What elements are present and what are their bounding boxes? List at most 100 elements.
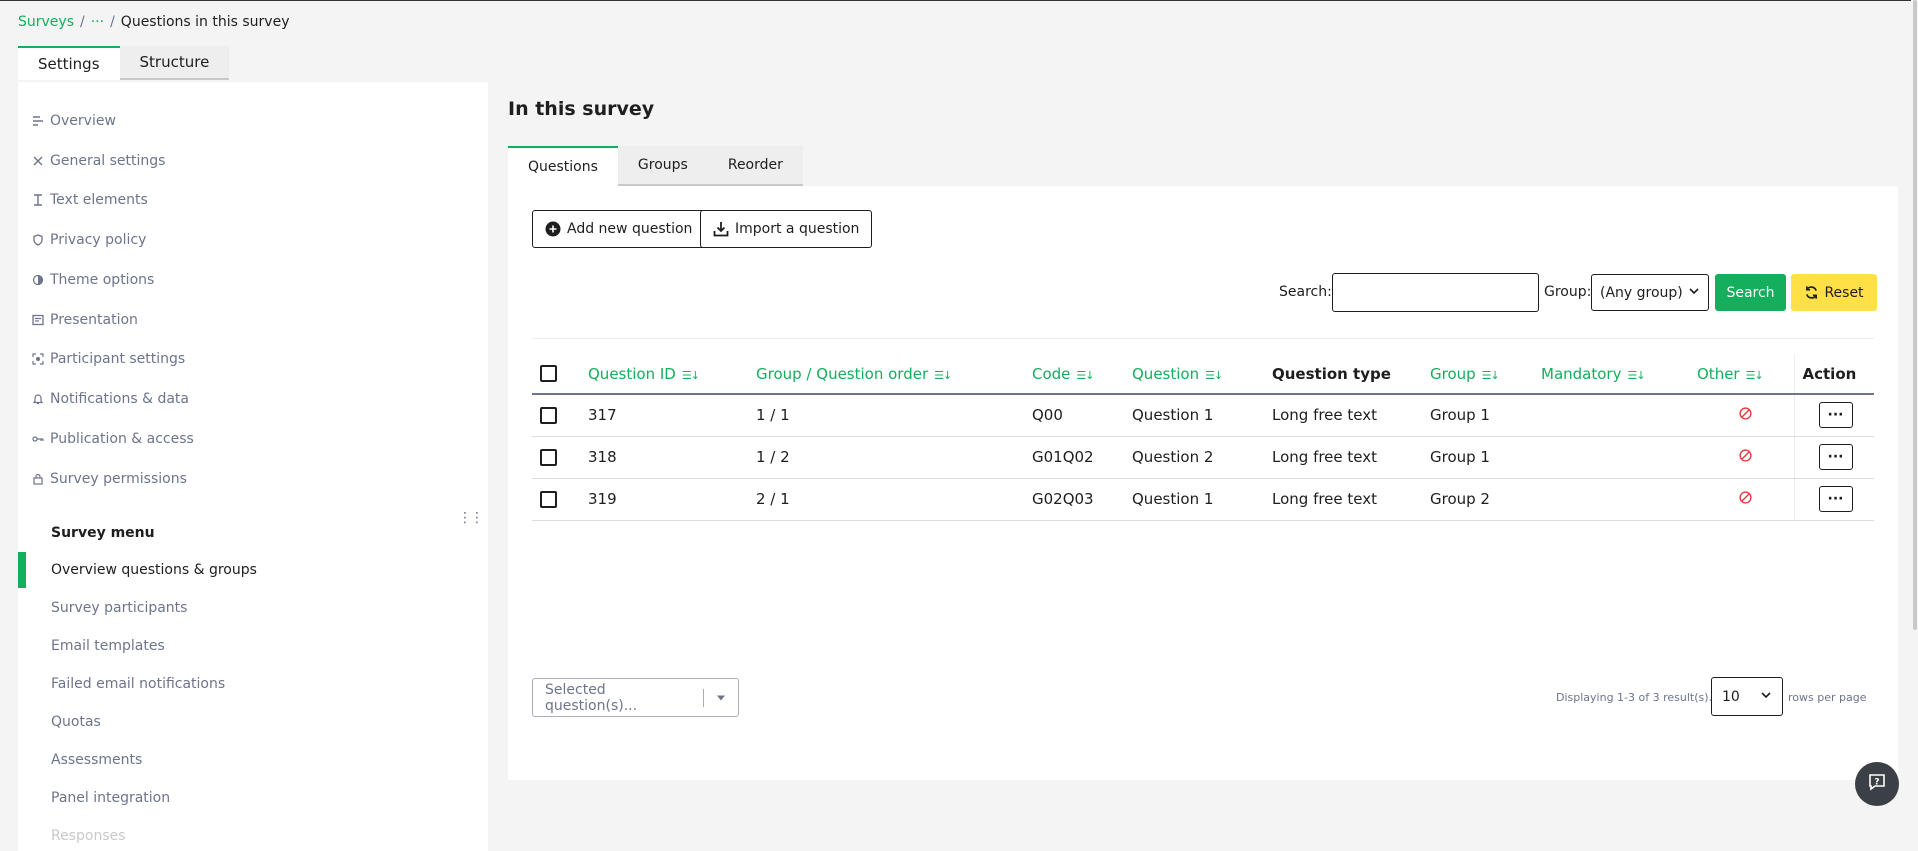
- breadcrumb-ellipsis-link[interactable]: ···: [91, 14, 104, 30]
- help-chat-button[interactable]: ?: [1855, 762, 1899, 806]
- column-header-other[interactable]: Other ☰↓: [1697, 354, 1794, 395]
- tab-settings[interactable]: Settings: [18, 46, 120, 80]
- add-new-question-button[interactable]: Add new question: [532, 210, 706, 248]
- select-all-cell: [532, 354, 588, 395]
- sidebar-item-label: Survey permissions: [50, 471, 187, 487]
- rows-per-page-label: rows per page: [1788, 691, 1867, 704]
- menu-item-overview-questions-groups[interactable]: Overview questions & groups: [51, 562, 257, 578]
- refresh-icon: [1804, 285, 1819, 300]
- tab-structure[interactable]: Structure: [119, 46, 230, 80]
- sidebar-item-participant-settings[interactable]: Participant settings: [32, 351, 185, 367]
- drag-handle-icon[interactable]: ⋮⋮: [458, 510, 484, 526]
- search-button[interactable]: Search: [1715, 274, 1786, 311]
- group-label: Group:: [1544, 284, 1592, 300]
- column-header-question-id[interactable]: Question ID ☰↓: [588, 354, 756, 395]
- column-header-group[interactable]: Group ☰↓: [1430, 354, 1541, 395]
- sidebar-item-privacy-policy[interactable]: Privacy policy: [32, 232, 146, 248]
- search-label: Search:: [1279, 284, 1332, 300]
- sidebar-item-overview[interactable]: Overview: [32, 113, 116, 129]
- menu-item-responses[interactable]: Responses: [51, 828, 126, 844]
- sidebar-item-presentation[interactable]: Presentation: [32, 312, 138, 328]
- select-separator: [703, 688, 704, 707]
- sidebar-item-label: Presentation: [50, 312, 138, 328]
- reset-button[interactable]: Reset: [1791, 274, 1877, 311]
- breadcrumb-separator: /: [80, 14, 85, 30]
- column-header-group-question-order[interactable]: Group / Question order ☰↓: [756, 354, 1032, 395]
- rows-per-page-select[interactable]: 10: [1711, 677, 1783, 716]
- search-input[interactable]: [1332, 273, 1539, 312]
- sidebar-item-label: Theme options: [50, 272, 155, 288]
- sidebar-item-label: Overview: [50, 113, 116, 129]
- row-checkbox[interactable]: [540, 490, 557, 508]
- sidebar-item-theme-options[interactable]: Theme options: [32, 272, 154, 288]
- row-select-cell: [532, 394, 588, 437]
- sidebar-item-publication-access[interactable]: Publication & access: [32, 431, 194, 447]
- survey-menu-title: Survey menu: [51, 525, 155, 541]
- not-allowed-icon: [1697, 407, 1794, 420]
- menu-item-email-templates[interactable]: Email templates: [51, 638, 165, 654]
- row-actions-button[interactable]: ···: [1818, 402, 1853, 429]
- sort-icon[interactable]: ☰↓: [934, 369, 952, 382]
- sidebar-item-label: Privacy policy: [50, 232, 147, 248]
- plus-circle-icon: [545, 221, 561, 237]
- group-select[interactable]: (Any group): [1591, 274, 1709, 311]
- sidebar-item-notifications-data[interactable]: Notifications & data: [32, 391, 189, 407]
- row-actions-button[interactable]: ···: [1818, 486, 1853, 512]
- tab-reorder[interactable]: Reorder: [707, 146, 803, 186]
- scrollbar-thumb[interactable]: [1913, 0, 1917, 630]
- sidebar-item-label: General settings: [50, 153, 166, 169]
- select-all-checkbox[interactable]: [540, 365, 557, 382]
- menu-item-panel-integration[interactable]: Panel integration: [51, 790, 170, 806]
- cell-question: Question 2: [1132, 436, 1272, 479]
- bulk-action-select[interactable]: Selected question(s)...: [532, 678, 739, 717]
- breadcrumb: Surveys / ··· / Questions in this survey: [18, 14, 289, 30]
- sort-icon[interactable]: ☰↓: [1627, 369, 1645, 382]
- row-checkbox[interactable]: [540, 406, 557, 424]
- column-header-action: Action: [1793, 354, 1874, 395]
- bell-icon: [32, 393, 44, 405]
- column-header-question[interactable]: Question ☰↓: [1132, 354, 1272, 395]
- not-allowed-icon: [1697, 449, 1794, 462]
- tab-groups[interactable]: Groups: [617, 146, 708, 186]
- cell-question-id: 319: [588, 478, 756, 521]
- sidebar-item-general-settings[interactable]: General settings: [32, 153, 165, 169]
- cell-group: Group 2: [1430, 478, 1541, 521]
- cell-question-type: Long free text: [1272, 436, 1430, 479]
- cell-question-id: 318: [588, 436, 756, 479]
- active-indicator: [18, 552, 26, 588]
- divider: [532, 338, 1874, 339]
- column-header-mandatory[interactable]: Mandatory ☰↓: [1541, 354, 1697, 395]
- table-row: 319 2 / 1 G02Q03 Question 1 Long free te…: [532, 478, 1874, 521]
- sort-icon[interactable]: ☰↓: [1482, 369, 1500, 382]
- help-chat-icon: ?: [1867, 772, 1887, 796]
- breadcrumb-surveys-link[interactable]: Surveys: [18, 14, 74, 30]
- cell-code: G02Q03: [1032, 478, 1132, 521]
- cell-question-type: Long free text: [1272, 394, 1430, 437]
- group-select-value: (Any group): [1600, 284, 1683, 301]
- sort-icon[interactable]: ☰↓: [1205, 369, 1223, 382]
- column-header-code[interactable]: Code ☰↓: [1032, 354, 1132, 395]
- sidebar-item-text-elements[interactable]: Text elements: [32, 192, 148, 208]
- cell-group-question-order: 1 / 2: [756, 436, 1032, 479]
- rows-per-page-value: 10: [1722, 688, 1740, 705]
- breadcrumb-current: Questions in this survey: [120, 14, 290, 30]
- import-question-button[interactable]: Import a question: [700, 210, 873, 248]
- menu-item-failed-email-notifications[interactable]: Failed email notifications: [51, 676, 225, 692]
- sort-icon[interactable]: ☰↓: [682, 369, 700, 382]
- menu-item-survey-participants[interactable]: Survey participants: [51, 600, 187, 616]
- tab-questions[interactable]: Questions: [508, 146, 618, 186]
- cell-group-question-order: 1 / 1: [756, 394, 1032, 437]
- participant-icon: [32, 353, 44, 365]
- sort-icon[interactable]: ☰↓: [1076, 369, 1094, 382]
- row-checkbox[interactable]: [540, 448, 557, 466]
- table-header-row: Question ID ☰↓ Group / Question order ☰↓ C…: [532, 354, 1874, 395]
- sidebar-item-survey-permissions[interactable]: Survey permissions: [32, 471, 187, 487]
- row-actions-button[interactable]: ···: [1818, 444, 1853, 470]
- sidebar-item-label: Notifications & data: [50, 391, 189, 407]
- menu-item-assessments[interactable]: Assessments: [51, 752, 142, 768]
- presentation-icon: [32, 314, 44, 326]
- cell-question-type: Long free text: [1272, 478, 1430, 521]
- cell-other: [1697, 436, 1794, 479]
- sort-icon[interactable]: ☰↓: [1746, 369, 1764, 382]
- menu-item-quotas[interactable]: Quotas: [51, 714, 101, 730]
